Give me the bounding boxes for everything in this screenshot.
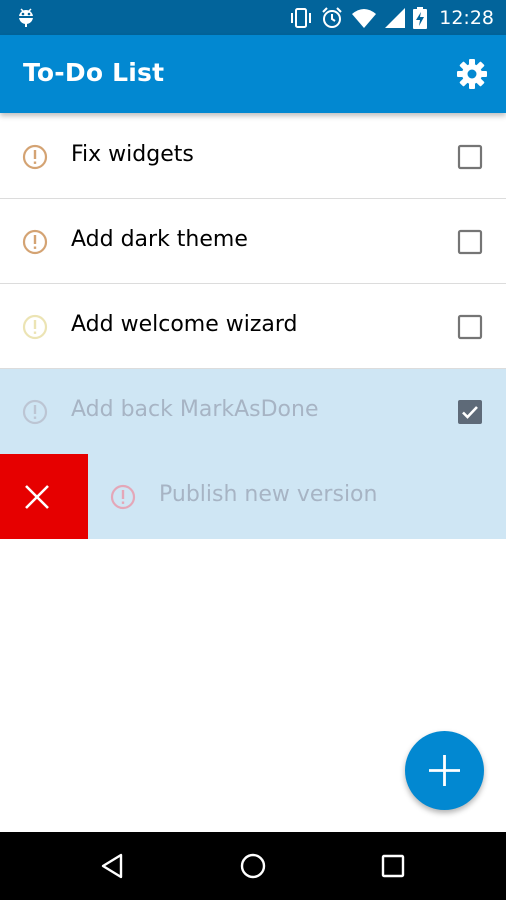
priority-icon [22,314,48,340]
task-label: Add welcome wizard [71,312,298,337]
task-label: Add dark theme [71,227,248,252]
signal-icon [385,7,406,28]
gear-icon[interactable] [456,58,488,90]
priority-icon [22,229,48,255]
delete-swipe-area[interactable] [0,454,88,539]
close-icon [25,485,49,509]
priority-icon [22,399,48,425]
battery-charging-icon [413,6,428,29]
task-row[interactable]: Add welcome wizard [0,284,506,369]
checkbox[interactable] [457,144,483,170]
task-row-done[interactable]: Add back MarkAsDone [0,369,506,454]
back-icon[interactable] [99,852,127,880]
task-label: Add back MarkAsDone [71,397,319,422]
alarm-icon [322,6,342,28]
checkbox[interactable] [457,229,483,255]
vibrate-icon [291,7,312,28]
app-bar: To-Do List [0,35,506,113]
task-list: Fix widgets Add dark theme Add welcome w… [0,114,506,539]
recents-icon[interactable] [379,852,407,880]
navigation-bar [0,832,506,900]
task-label: Publish new version [159,482,378,507]
task-row[interactable]: Fix widgets [0,114,506,199]
checkbox-checked[interactable] [457,399,483,425]
plus-icon [429,755,460,786]
status-time: 12:28 [439,6,494,29]
priority-icon [22,144,48,170]
task-row[interactable]: Add dark theme [0,199,506,284]
home-icon[interactable] [239,852,267,880]
android-debug-icon [19,8,33,27]
add-task-button[interactable] [405,731,484,810]
task-label: Fix widgets [71,142,194,167]
checkbox[interactable] [457,314,483,340]
task-row-swiping[interactable]: Publish new version [0,454,506,539]
wifi-icon [352,8,377,28]
status-bar: 12:28 [0,0,506,35]
page-title: To-Do List [23,58,165,87]
priority-icon [110,484,136,510]
